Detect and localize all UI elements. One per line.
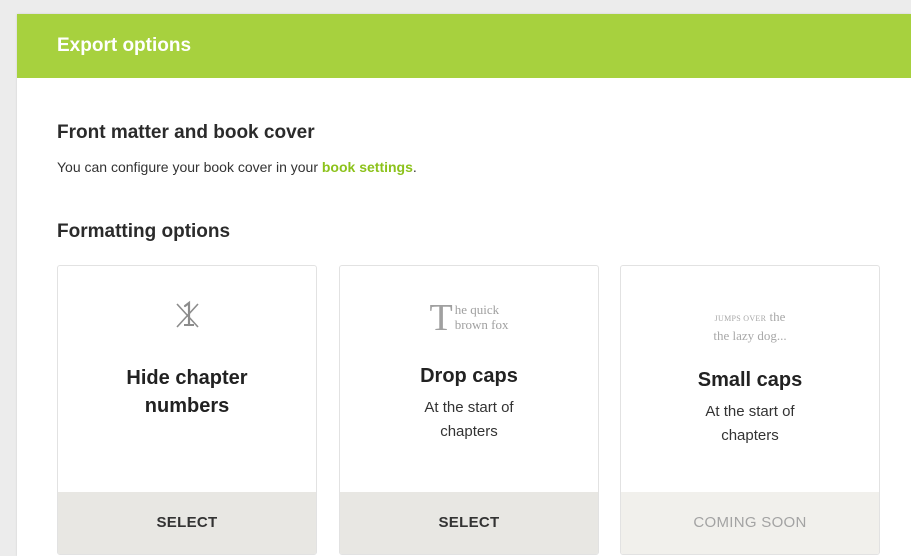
sample-text: the [766, 309, 786, 324]
formatting-options-heading: Formatting options [57, 221, 231, 242]
hide-chapter-numbers-card[interactable]: Hide chapter numbers SELECT [57, 265, 317, 555]
panel-header: Export options [17, 14, 911, 78]
drop-caps-card[interactable]: T he quick brown fox Drop caps At the st… [339, 265, 599, 555]
export-options-panel: Export options Front matter and book cov… [17, 14, 911, 556]
card-subtitle-line: chapters [721, 427, 779, 444]
small-caps-text: JUMPS OVER [714, 314, 767, 323]
card-title: Small caps [697, 369, 803, 391]
sample-line: brown fox [454, 317, 509, 332]
front-matter-description: You can configure your book cover in you… [57, 159, 417, 175]
front-matter-heading: Front matter and book cover [57, 122, 315, 143]
card-subtitle-line: At the start of [705, 403, 795, 420]
card-title-line: Hide chapter [126, 367, 248, 389]
drop-cap-preview: T he quick brown fox [340, 297, 598, 348]
small-caps-preview: JUMPS OVER the the lazy dog... [621, 300, 879, 348]
card-subtitle-line: chapters [440, 423, 498, 440]
card-subtitle: At the start of chapters [651, 400, 849, 448]
select-button[interactable]: SELECT [340, 492, 598, 554]
sample-line: he quick [454, 302, 500, 317]
sample-line: JUMPS OVER the [621, 308, 879, 327]
small-caps-card: JUMPS OVER the the lazy dog... Small cap… [620, 265, 880, 555]
card-title: Drop caps [420, 365, 518, 387]
sample-line: the lazy dog... [713, 328, 787, 343]
drop-cap-sample: T he quick brown fox [429, 297, 509, 339]
card-title: Hide chapter numbers [78, 364, 296, 420]
card-subtitle-line: At the start of [424, 399, 514, 416]
card-subtitle: At the start of chapters [370, 396, 568, 444]
crossed-number-icon [58, 300, 316, 348]
panel-title: Export options [57, 35, 192, 56]
drop-cap-letter: T [429, 297, 453, 339]
card-title-line: numbers [144, 395, 230, 417]
front-matter-text-end: . [412, 159, 417, 175]
drop-cap-sample-text: he quick brown fox [455, 300, 509, 332]
small-caps-sample: JUMPS OVER the the lazy dog... [621, 300, 879, 344]
coming-soon-label: COMING SOON [621, 492, 879, 554]
book-settings-link[interactable]: book settings [322, 159, 413, 175]
front-matter-text: You can configure your book cover in you… [57, 159, 322, 175]
select-button[interactable]: SELECT [58, 492, 316, 554]
